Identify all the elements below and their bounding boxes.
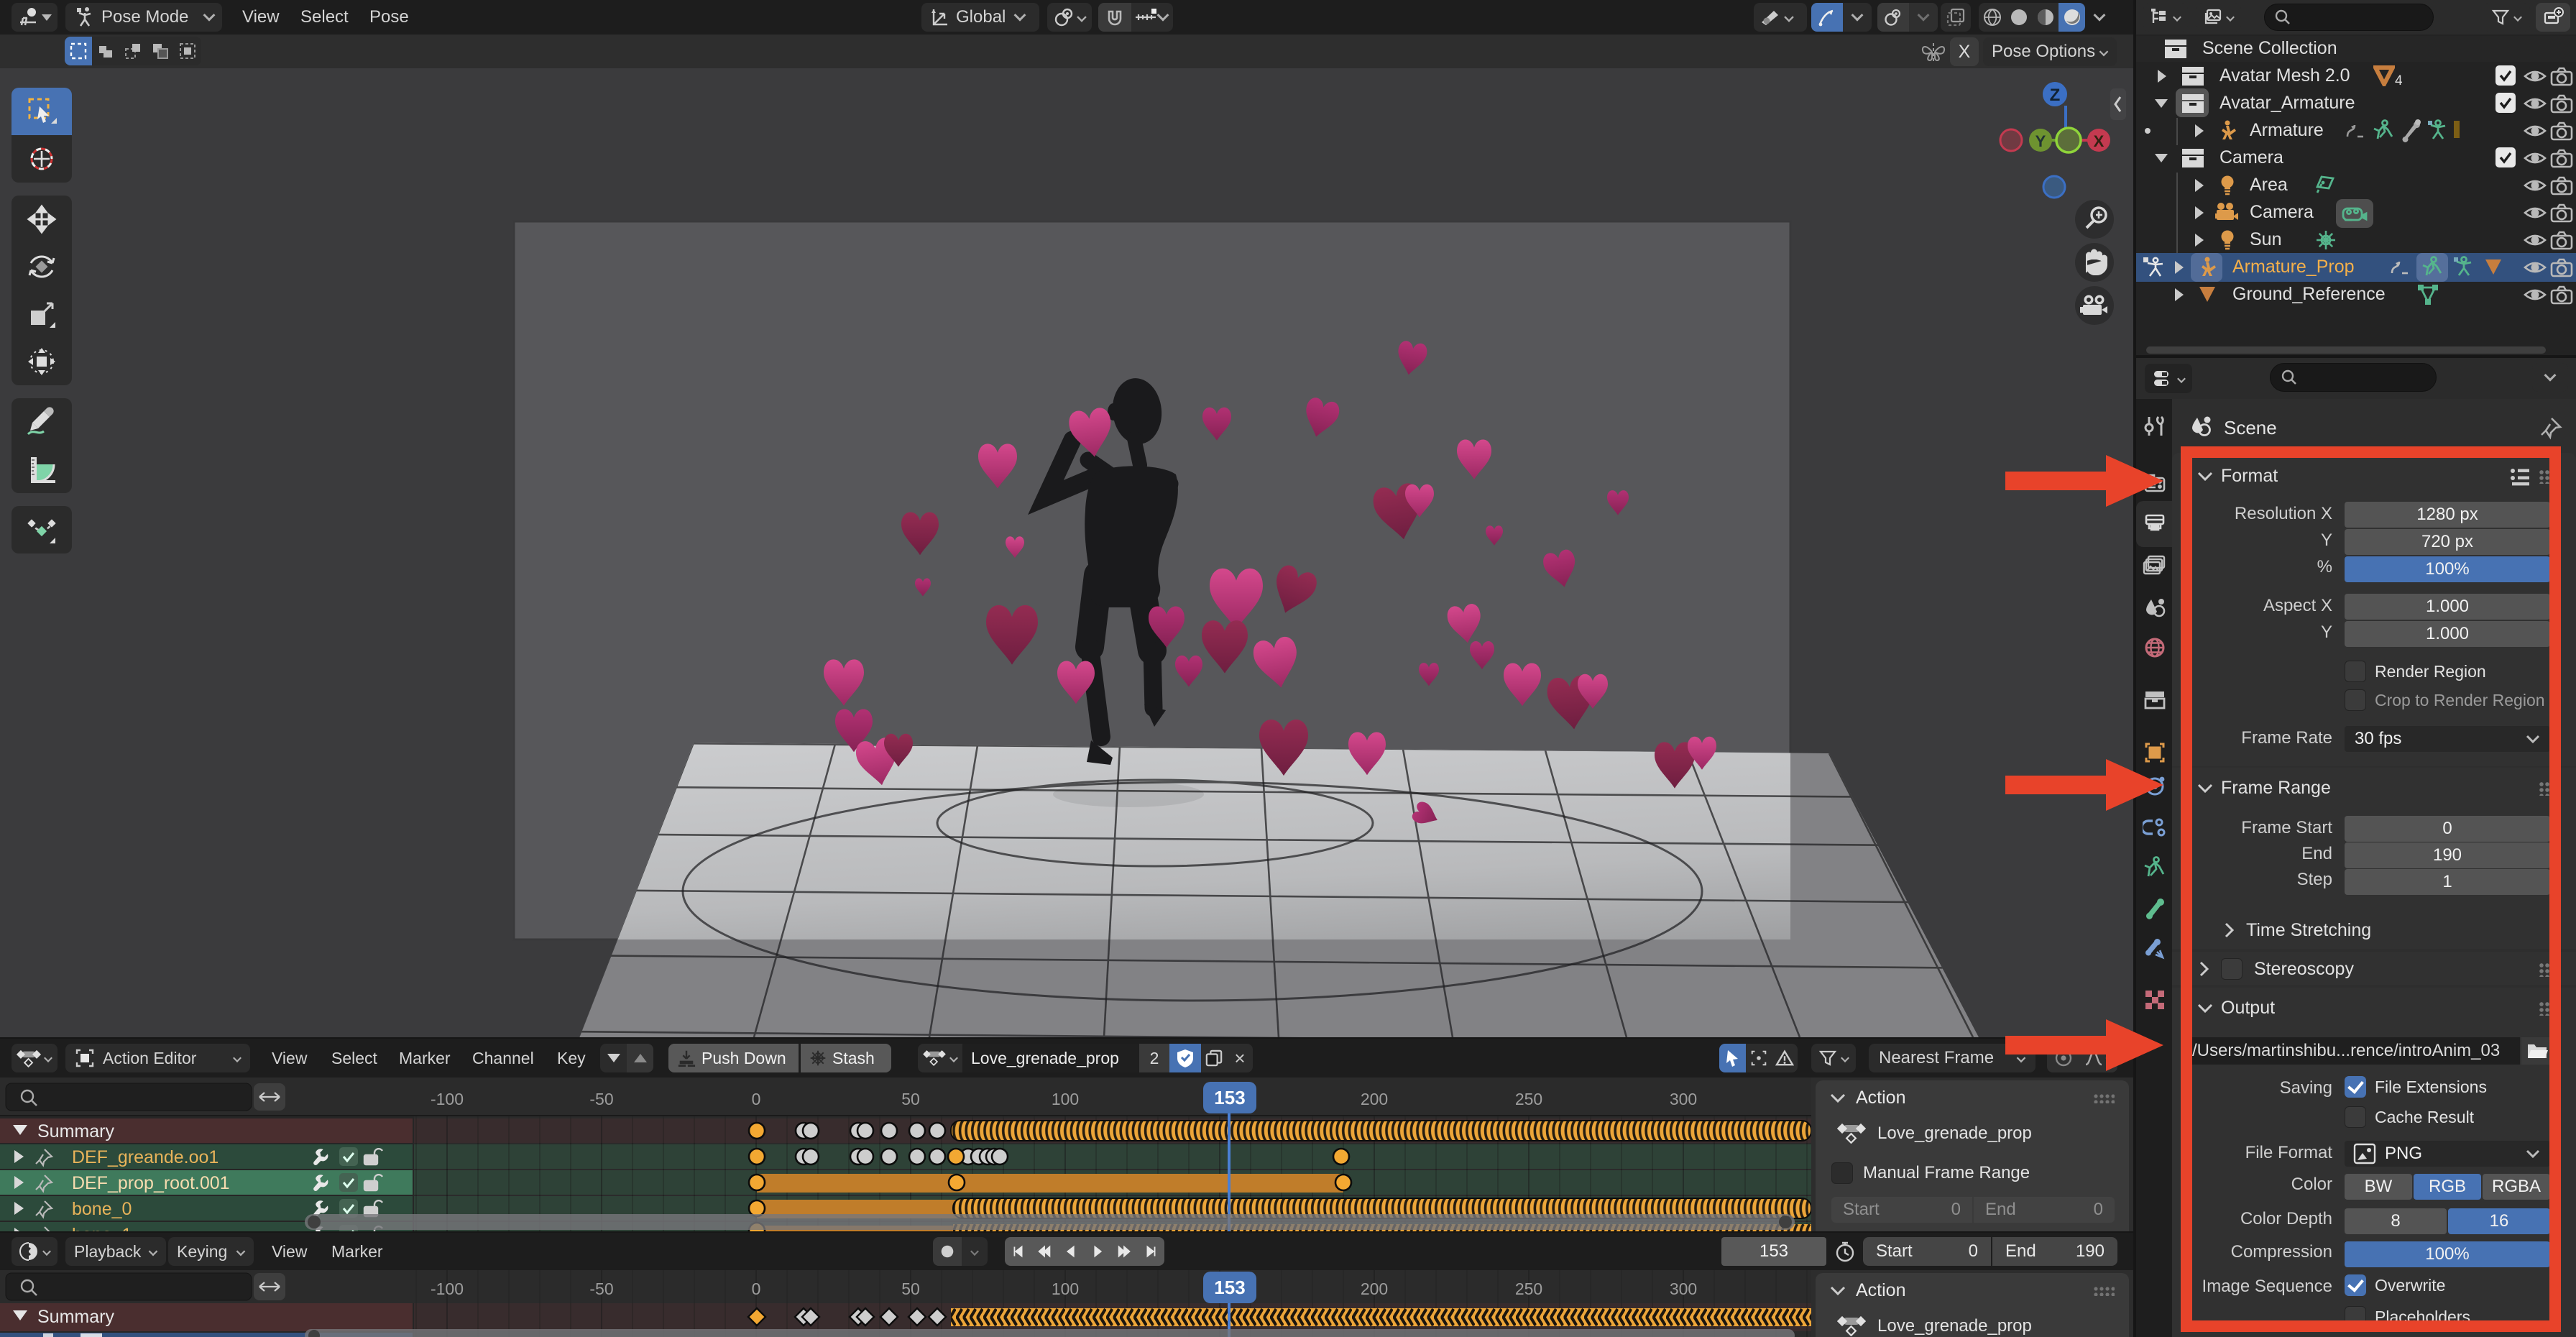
svg-text:DEF_greande.oo1: DEF_greande.oo1 — [72, 1147, 218, 1167]
svg-text:-50: -50 — [589, 1090, 613, 1108]
svg-text:Summary: Summary — [37, 1307, 114, 1327]
svg-text:300: 300 — [1670, 1279, 1697, 1298]
svg-text:250: 250 — [1515, 1279, 1542, 1298]
svg-text:bone_0: bone_0 — [72, 1199, 132, 1219]
svg-text:100: 100 — [1052, 1090, 1079, 1108]
svg-text:-50: -50 — [589, 1279, 613, 1298]
svg-text:100: 100 — [1052, 1279, 1079, 1298]
svg-text:0: 0 — [752, 1279, 761, 1298]
svg-text:-100: -100 — [431, 1090, 464, 1108]
svg-text:-100: -100 — [431, 1279, 464, 1298]
svg-text:bone_1: bone_1 — [72, 1225, 132, 1231]
svg-text:200: 200 — [1361, 1279, 1388, 1298]
svg-text:X: X — [2094, 132, 2104, 150]
svg-text:0: 0 — [752, 1090, 761, 1108]
svg-text:153: 153 — [1214, 1277, 1245, 1298]
svg-text:50: 50 — [901, 1279, 920, 1298]
svg-text:250: 250 — [1515, 1090, 1542, 1108]
svg-text:50: 50 — [901, 1090, 920, 1108]
svg-text:Y: Y — [2036, 132, 2046, 150]
svg-text:Summary: Summary — [37, 1121, 114, 1141]
svg-text:DEF_prop_root.001: DEF_prop_root.001 — [72, 1173, 230, 1193]
svg-text:Z: Z — [2050, 86, 2061, 105]
svg-text:200: 200 — [1361, 1090, 1388, 1108]
svg-text:300: 300 — [1670, 1090, 1697, 1108]
svg-text:153: 153 — [1214, 1087, 1245, 1108]
